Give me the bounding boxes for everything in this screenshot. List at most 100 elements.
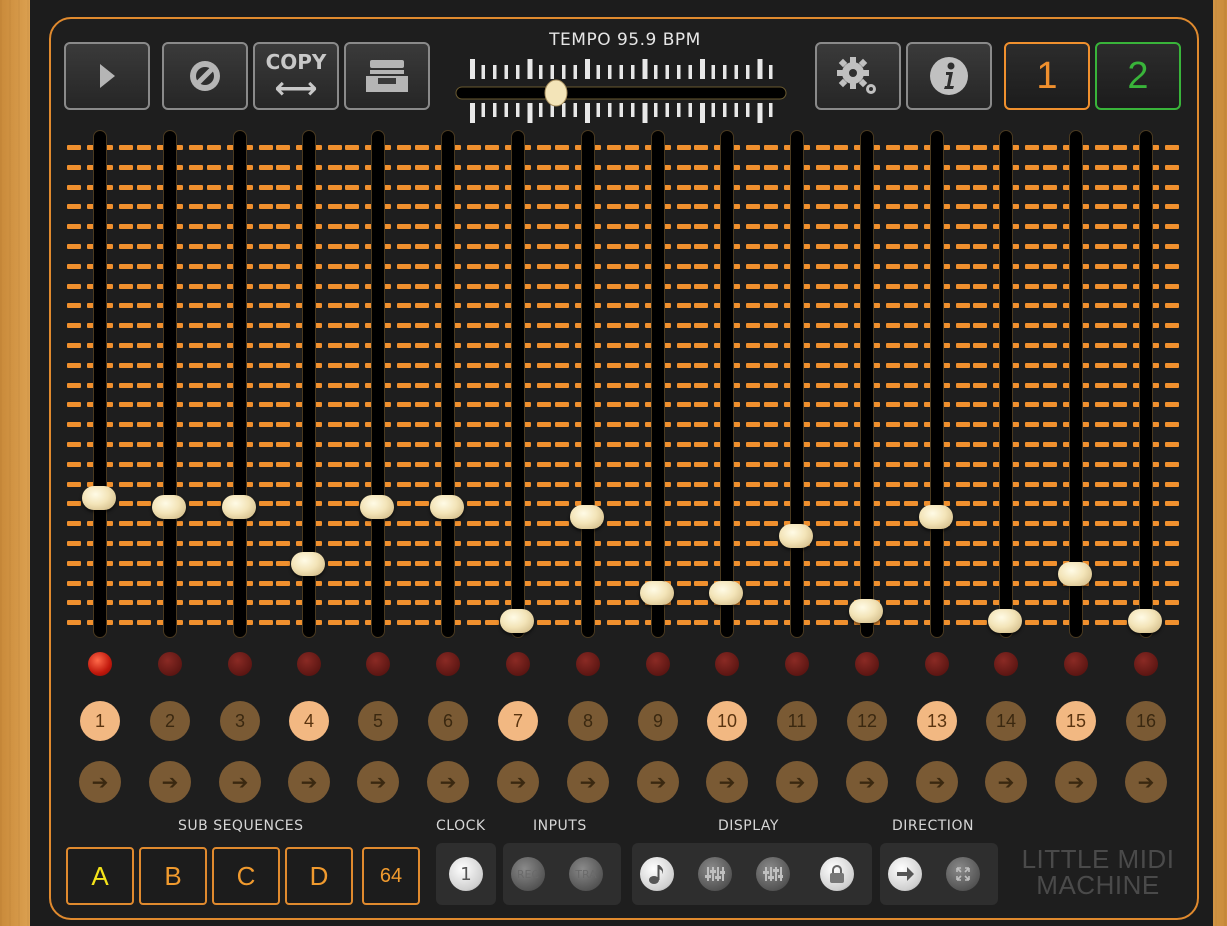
subseq-b-button[interactable]: B (139, 847, 207, 905)
clear-button[interactable] (162, 42, 248, 110)
step-3-slider[interactable] (205, 130, 275, 640)
tempo-slider[interactable] (452, 57, 790, 127)
clock-button[interactable]: 1 (449, 857, 483, 891)
step-5-slider[interactable] (343, 130, 413, 640)
pattern-2-label: 2 (1127, 54, 1149, 97)
tempo-tick (677, 65, 681, 79)
display-controller-button[interactable] (756, 857, 790, 891)
tempo-tick (631, 103, 635, 117)
step-2-slider[interactable] (135, 130, 205, 640)
step-16-slider[interactable] (1111, 130, 1181, 640)
step-15-button[interactable]: 15 (1056, 701, 1096, 741)
tempo-tick (493, 65, 497, 79)
length-label: 64 (379, 864, 403, 887)
direction-forward-button[interactable] (888, 857, 922, 891)
step-9-button[interactable]: 9 (638, 701, 678, 741)
slider-knob[interactable] (500, 609, 534, 633)
step-13-slider[interactable] (902, 130, 972, 640)
step-4-direction-button[interactable]: ➔ (288, 761, 330, 803)
slider-knob[interactable] (709, 580, 743, 605)
step-13-button[interactable]: 13 (917, 701, 957, 741)
slider-knob[interactable] (360, 495, 394, 520)
step-2-direction-button[interactable]: ➔ (149, 761, 191, 803)
step-7-button[interactable]: 7 (498, 701, 538, 741)
display-velocity-button[interactable] (698, 857, 732, 891)
slider-knob[interactable] (152, 495, 186, 520)
info-button[interactable] (906, 42, 992, 110)
slider-knob[interactable] (222, 495, 256, 520)
step-7-direction-button[interactable]: ➔ (497, 761, 539, 803)
step-15-led (1064, 652, 1088, 676)
copy-button[interactable]: COPY ⟷ (253, 42, 339, 110)
slider-knob[interactable] (919, 504, 953, 529)
step-11-slider[interactable] (762, 130, 832, 640)
subseq-c-button[interactable]: C (212, 847, 280, 905)
slider-knob[interactable] (988, 609, 1022, 633)
pattern-1-button[interactable]: 1 (1004, 42, 1090, 110)
rec-button[interactable]: REC (511, 857, 545, 891)
slider-knob[interactable] (82, 485, 116, 510)
step-13-direction-button[interactable]: ➔ (916, 761, 958, 803)
step-14-direction-button[interactable]: ➔ (985, 761, 1027, 803)
display-note-button[interactable] (640, 857, 674, 891)
settings-button[interactable] (815, 42, 901, 110)
step-1-button[interactable]: 1 (80, 701, 120, 741)
step-8-direction-button[interactable]: ➔ (567, 761, 609, 803)
pattern-2-button[interactable]: 2 (1095, 42, 1181, 110)
step-2-button[interactable]: 2 (150, 701, 190, 741)
step-12-direction-button[interactable]: ➔ (846, 761, 888, 803)
step-12-button[interactable]: 12 (847, 701, 887, 741)
step-9-slider[interactable] (623, 130, 693, 640)
step-8-button[interactable]: 8 (568, 701, 608, 741)
step-14-slider[interactable] (971, 130, 1041, 640)
slider-knob[interactable] (849, 599, 883, 624)
step-9-direction-button[interactable]: ➔ (637, 761, 679, 803)
step-1-slider[interactable] (65, 130, 135, 640)
step-15-slider[interactable] (1041, 130, 1111, 640)
step-12-slider[interactable] (832, 130, 902, 640)
step-4-button[interactable]: 4 (289, 701, 329, 741)
step-6-button[interactable]: 6 (428, 701, 468, 741)
step-4-slider[interactable] (274, 130, 344, 640)
step-10-direction-button[interactable]: ➔ (706, 761, 748, 803)
subseq-a-button[interactable]: A (66, 847, 134, 905)
subseq-c-label: C (236, 860, 256, 891)
direction-random-button[interactable] (946, 857, 980, 891)
tempo-tick (654, 65, 658, 79)
step-11-direction-button[interactable]: ➔ (776, 761, 818, 803)
step-3-direction-button[interactable]: ➔ (219, 761, 261, 803)
lock-button[interactable] (820, 857, 854, 891)
step-11-button[interactable]: 11 (777, 701, 817, 741)
step-10-button[interactable]: 10 (707, 701, 747, 741)
slider-knob[interactable] (779, 523, 813, 548)
tempo-tick (700, 59, 705, 79)
slider-knob[interactable] (430, 495, 464, 520)
transpose-button[interactable]: TRA (569, 857, 603, 891)
slider-knob[interactable] (1058, 561, 1092, 586)
step-5-button[interactable]: 5 (358, 701, 398, 741)
slider-knob[interactable] (291, 552, 325, 577)
length-64-button[interactable]: 64 (362, 847, 420, 905)
step-14-button[interactable]: 14 (986, 701, 1026, 741)
archive-button[interactable] (344, 42, 430, 110)
step-6-direction-button[interactable]: ➔ (427, 761, 469, 803)
slider-track (93, 130, 107, 638)
step-16-direction-button[interactable]: ➔ (1125, 761, 1167, 803)
step-1-direction-button[interactable]: ➔ (79, 761, 121, 803)
subseq-b-label: B (164, 860, 182, 891)
step-3-button[interactable]: 3 (220, 701, 260, 741)
slider-track (651, 130, 665, 638)
tempo-tick (608, 103, 612, 117)
step-16-button[interactable]: 16 (1126, 701, 1166, 741)
step-10-slider[interactable] (692, 130, 762, 640)
step-6-slider[interactable] (413, 130, 483, 640)
step-7-slider[interactable] (483, 130, 553, 640)
slider-knob[interactable] (640, 580, 674, 605)
play-button[interactable] (64, 42, 150, 110)
step-8-slider[interactable] (553, 130, 623, 640)
step-15-direction-button[interactable]: ➔ (1055, 761, 1097, 803)
subseq-d-button[interactable]: D (285, 847, 353, 905)
step-5-direction-button[interactable]: ➔ (357, 761, 399, 803)
slider-knob[interactable] (570, 504, 604, 529)
slider-knob[interactable] (1128, 609, 1162, 633)
